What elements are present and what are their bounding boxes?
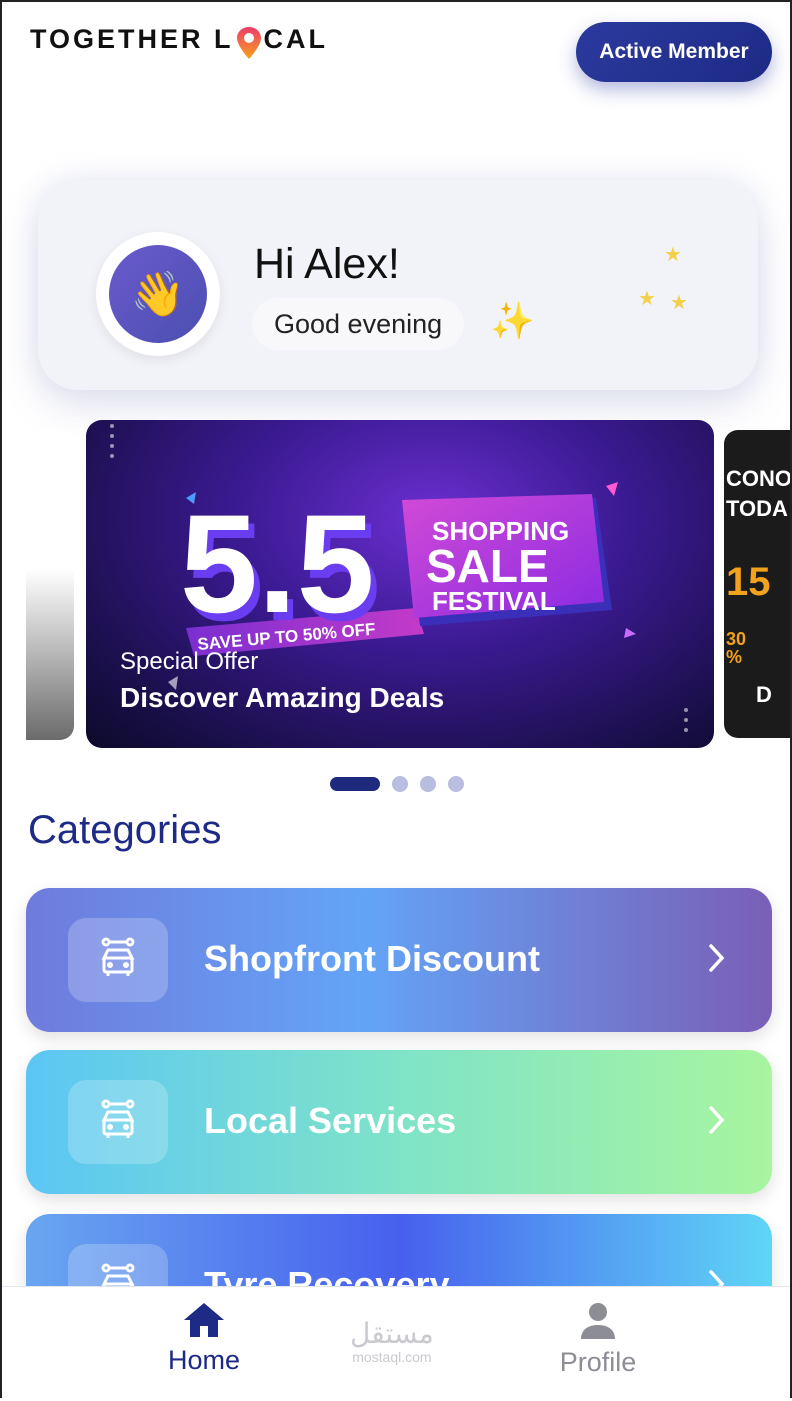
nav-profile-label: Profile [559, 1347, 637, 1377]
star-icon: ★ [670, 292, 688, 314]
logo-text-right: CAL [263, 23, 329, 54]
waving-hand-icon: 👋 [109, 245, 207, 343]
greeting-title: Hi Alex! [254, 240, 400, 288]
categories-heading: Categories [28, 808, 222, 852]
star-icon: ★ [664, 244, 682, 266]
category-local-services[interactable]: Local Services [26, 1050, 772, 1194]
carousel-pagination [330, 776, 464, 792]
home-icon [184, 1303, 224, 1337]
nav-home[interactable]: Home [134, 1301, 274, 1376]
pagination-dot-active[interactable] [330, 777, 380, 791]
pagination-dot[interactable] [420, 776, 436, 792]
sparkles-icon: ✨ [490, 300, 535, 341]
next-slide-text: 15 [726, 560, 771, 604]
watermark-arabic: مستقل [350, 1317, 434, 1350]
carousel-slide-previous[interactable] [26, 430, 74, 740]
svg-text:5.5: 5.5 [180, 485, 375, 642]
greeting-card: 👋 Hi Alex! Good evening ✨ ★ ★ ★ [38, 180, 758, 390]
next-slide-text: D [756, 682, 772, 707]
app-logo: TOGETHER L CAL [30, 22, 329, 59]
avatar[interactable]: 👋 [96, 232, 220, 356]
location-pin-icon [236, 26, 262, 60]
pagination-dot[interactable] [392, 776, 408, 792]
banner-subtitle: Special Offer [120, 648, 259, 675]
nav-home-label: Home [167, 1345, 241, 1375]
profile-icon [581, 1303, 615, 1339]
svg-text:FESTIVAL: FESTIVAL [432, 586, 556, 616]
svg-text:SALE: SALE [426, 540, 549, 592]
category-shopfront-discount[interactable]: Shopfront Discount [26, 888, 772, 1032]
next-slide-text: CONO [726, 466, 790, 491]
category-label: Local Services [204, 1100, 457, 1141]
watermark: مستقل mostaql.com [350, 1317, 434, 1365]
next-slide-text: 30 % [726, 629, 747, 667]
carousel-slide-next[interactable]: CONO TODA 15 30 % D [724, 430, 790, 738]
logo-text-left: TOGETHER L [30, 23, 234, 54]
promo-carousel[interactable]: 5.5 5.5 SHOPPING SALE FESTIVAL SAVE UP T… [2, 420, 790, 752]
star-icon: ★ [638, 288, 656, 310]
pagination-dot[interactable] [448, 776, 464, 792]
shop-icon [68, 918, 168, 1002]
promo-banner[interactable]: 5.5 5.5 SHOPPING SALE FESTIVAL SAVE UP T… [86, 420, 714, 748]
banner-title: Discover Amazing Deals [120, 682, 445, 713]
shop-icon [68, 1080, 168, 1164]
chevron-right-icon [709, 1106, 725, 1134]
category-label: Shopfront Discount [204, 938, 540, 979]
next-slide-text: TODA [726, 496, 788, 521]
time-of-day-chip: Good evening [252, 298, 465, 350]
chevron-right-icon [709, 944, 725, 972]
active-member-button[interactable]: Active Member [576, 22, 772, 82]
watermark-latin: mostaql.com [352, 1349, 432, 1365]
nav-profile[interactable]: Profile [528, 1301, 668, 1378]
app-header: TOGETHER L CAL Active Member [2, 2, 790, 102]
